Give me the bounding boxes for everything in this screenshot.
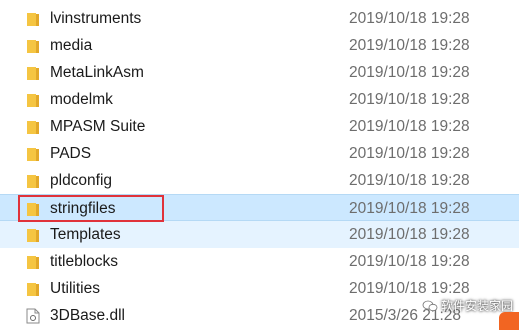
folder-icon xyxy=(27,283,39,296)
file-name: stringfiles xyxy=(50,200,116,217)
file-date-modified: 2019/10/18 19:28 xyxy=(349,200,470,217)
file-date-modified: 2019/10/18 19:28 xyxy=(349,226,470,243)
folder-icon xyxy=(27,203,39,216)
file-name: Templates xyxy=(50,226,121,243)
file-name: titleblocks xyxy=(50,253,119,270)
folder-icon xyxy=(27,67,39,80)
folder-icon xyxy=(27,40,39,53)
file-name: PADS xyxy=(50,145,92,162)
file-list: lvinstruments 2019/10/18 19:28 media 201… xyxy=(0,0,519,330)
file-name: modelmk xyxy=(50,91,113,108)
corner-badge xyxy=(499,312,519,330)
file-date-modified: 2019/10/18 19:28 xyxy=(349,145,470,162)
folder-icon xyxy=(27,13,39,26)
folder-icon xyxy=(27,148,39,161)
file-date-modified: 2019/10/18 19:28 xyxy=(349,172,470,189)
folder-icon xyxy=(27,256,39,269)
folder-icon xyxy=(27,121,39,134)
file-row-metalinkasm[interactable]: MetaLinkAsm 2019/10/18 19:28 xyxy=(0,59,519,86)
file-name: 3DBase.dll xyxy=(50,307,125,324)
file-name: lvinstruments xyxy=(50,10,142,27)
file-date-modified: 2019/10/18 19:28 xyxy=(349,10,470,27)
file-date-modified: 2019/10/18 19:28 xyxy=(349,37,470,54)
folder-icon xyxy=(27,94,39,107)
watermark: 软件安装家园 xyxy=(422,297,513,314)
file-name: MPASM Suite xyxy=(50,118,146,135)
file-row-titleblocks[interactable]: titleblocks 2019/10/18 19:28 xyxy=(0,248,519,275)
file-row-mpasm-suite[interactable]: MPASM Suite 2019/10/18 19:28 xyxy=(0,113,519,140)
file-name: pldconfig xyxy=(50,172,113,189)
file-date-modified: 2019/10/18 19:28 xyxy=(349,91,470,108)
file-row-modelmk[interactable]: modelmk 2019/10/18 19:28 xyxy=(0,86,519,113)
file-date-modified: 2019/10/18 19:28 xyxy=(349,64,470,81)
wechat-icon xyxy=(422,300,438,311)
dll-file-icon xyxy=(26,308,40,324)
file-row-lvinstruments[interactable]: lvinstruments 2019/10/18 19:28 xyxy=(0,5,519,32)
file-name: media xyxy=(50,37,93,54)
file-row-templates[interactable]: Templates 2019/10/18 19:28 xyxy=(0,221,519,248)
file-date-modified: 2019/10/18 19:28 xyxy=(349,253,470,270)
file-name: Utilities xyxy=(50,280,100,297)
file-row-pldconfig[interactable]: pldconfig 2019/10/18 19:28 xyxy=(0,167,519,194)
file-date-modified: 2019/10/18 19:28 xyxy=(349,118,470,135)
file-row-stringfiles[interactable]: stringfiles 2019/10/18 19:28 xyxy=(0,194,519,221)
file-row-media[interactable]: media 2019/10/18 19:28 xyxy=(0,32,519,59)
folder-icon xyxy=(27,175,39,188)
file-name: MetaLinkAsm xyxy=(50,64,144,81)
folder-icon xyxy=(27,229,39,242)
file-row-pads[interactable]: PADS 2019/10/18 19:28 xyxy=(0,140,519,167)
